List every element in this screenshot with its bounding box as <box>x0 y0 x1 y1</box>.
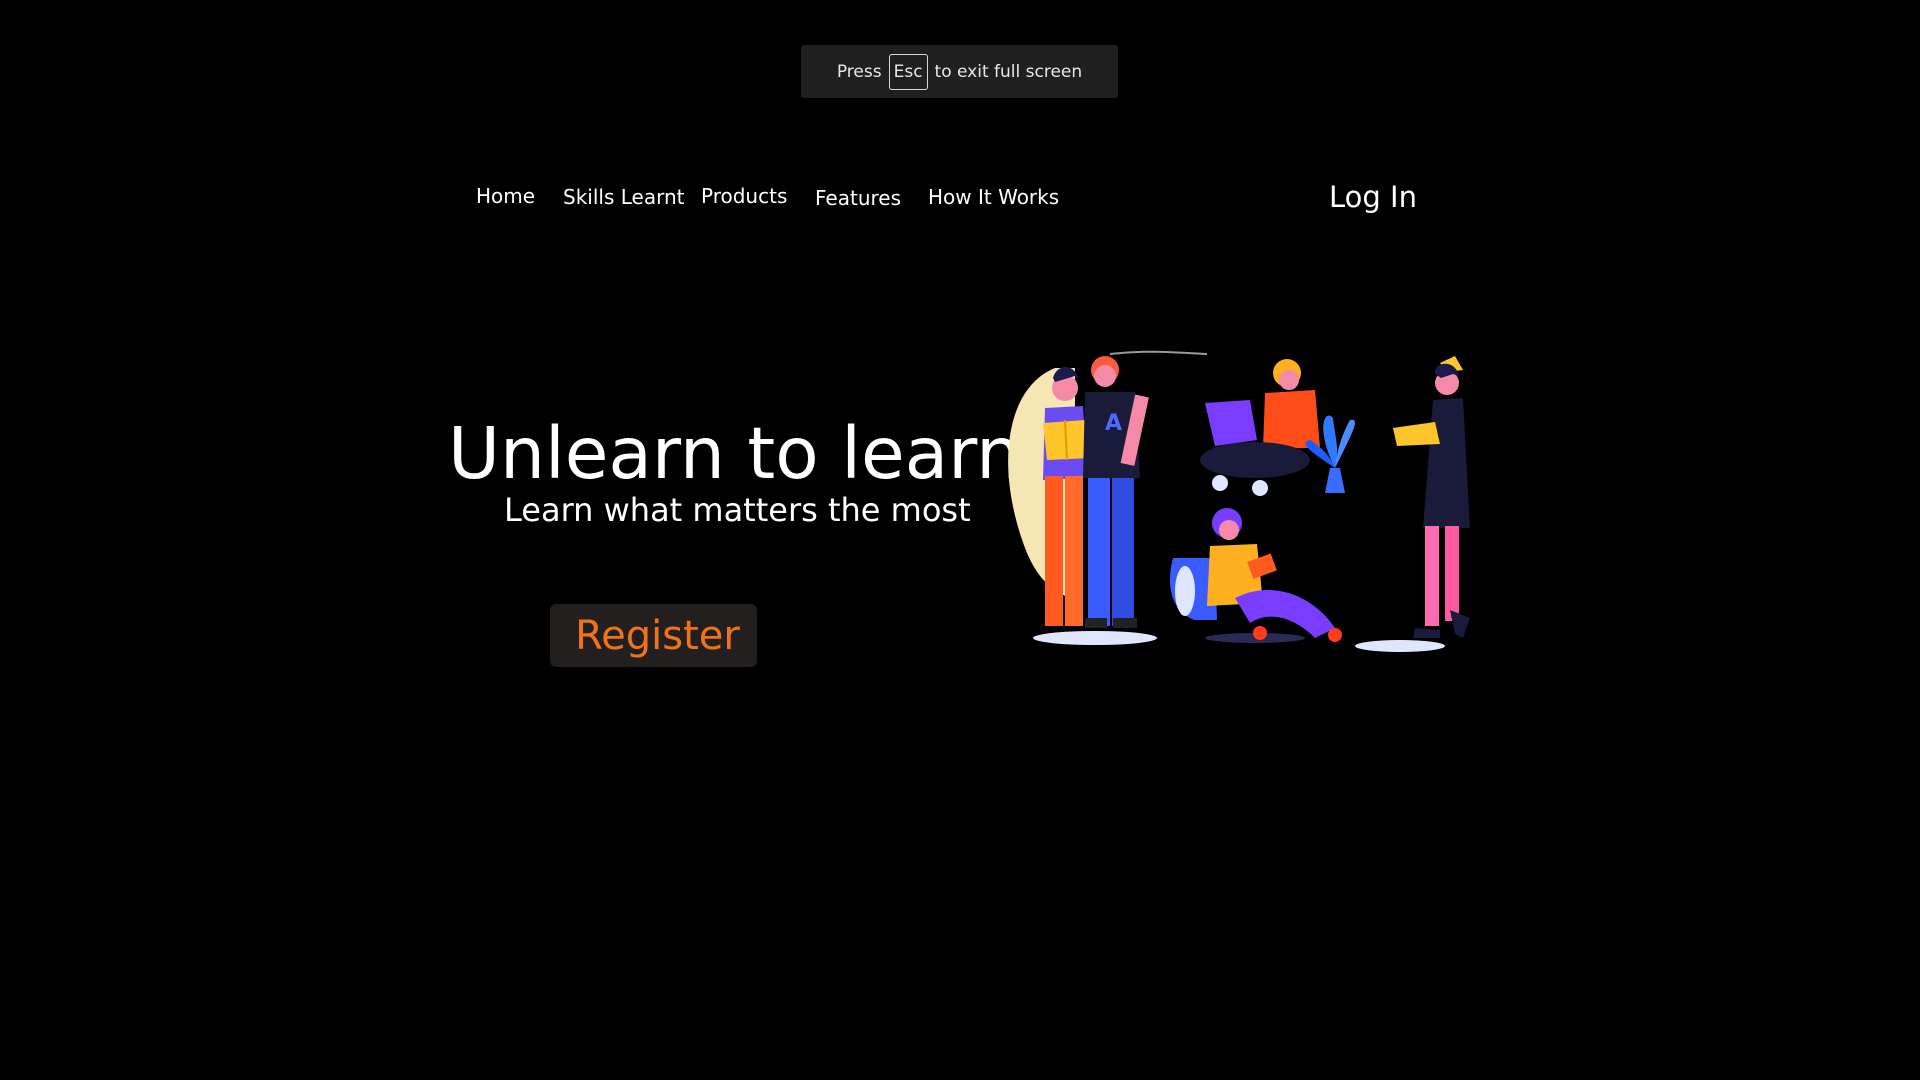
hero-subtitle: Learn what matters the most <box>504 491 971 529</box>
nav-home[interactable]: Home <box>476 184 535 208</box>
nav-features[interactable]: Features <box>815 186 901 210</box>
esc-key-hint: Esc <box>888 53 928 90</box>
nav-skills-learnt[interactable]: Skills Learnt <box>563 185 684 209</box>
people-reading-illustration: A <box>1008 350 1470 652</box>
register-button[interactable]: Register <box>550 604 757 667</box>
hero-title: Unlearn to learn <box>448 412 1022 495</box>
login-link[interactable]: Log In <box>1329 180 1417 214</box>
fullscreen-notice-suffix: to exit full screen <box>934 61 1083 82</box>
fullscreen-notice-press: Press <box>836 61 882 82</box>
fullscreen-notice: Press Esc to exit full screen <box>801 45 1118 98</box>
nav-products[interactable]: Products <box>701 184 787 208</box>
svg-text:A: A <box>1105 411 1122 436</box>
page: Press Esc to exit full screen Home Skill… <box>0 0 1920 1080</box>
nav-how-it-works[interactable]: How It Works <box>928 185 1059 209</box>
